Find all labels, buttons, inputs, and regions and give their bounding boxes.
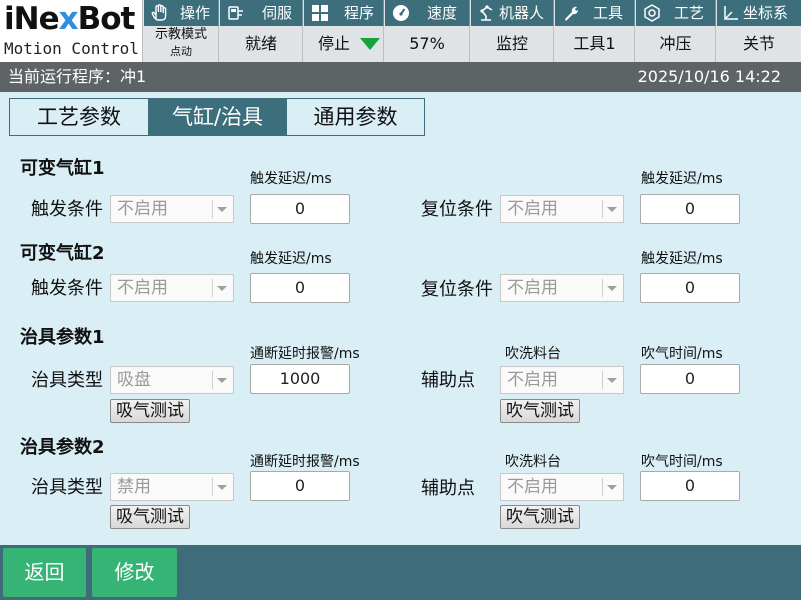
brand-slogan: Motion Control	[4, 39, 139, 58]
robot-arm-icon	[480, 5, 493, 21]
back-button[interactable]: 返回	[3, 548, 86, 597]
servo-icon	[228, 6, 243, 20]
trigger-delay-label: 触发延迟/ms	[250, 171, 332, 187]
blow-table-select[interactable]: 不启用	[500, 473, 624, 501]
alarm-delay-label: 通断延时报警/ms	[250, 454, 360, 470]
teach-mode-status[interactable]: 示教模式 点动	[144, 26, 219, 62]
datetime: 2025/10/16 14:22	[637, 67, 781, 86]
trigger-delay-input[interactable]: 0	[250, 273, 350, 303]
wrench-icon	[565, 6, 579, 21]
run-state-indicator-icon	[360, 38, 380, 50]
chevron-down-icon	[607, 378, 617, 383]
reset-delay-label: 触发延迟/ms	[641, 251, 723, 267]
aux-point-label: 辅助点	[421, 478, 475, 499]
settings-tabs: 工艺参数 气缸/治具 通用参数	[9, 98, 425, 136]
current-tool[interactable]: 工具1	[555, 26, 635, 62]
tab-robot[interactable]: 机器人	[471, 0, 554, 26]
program-grid-icon	[312, 5, 328, 21]
process-icon	[644, 4, 660, 22]
alarm-delay-label: 通断延时报警/ms	[250, 346, 360, 362]
trigger-condition-label: 触发条件	[31, 199, 103, 220]
reset-delay-label: 触发延迟/ms	[641, 171, 723, 187]
blow-test-button[interactable]: 吹气测试	[500, 505, 580, 529]
tab-operate[interactable]: 操作	[144, 0, 219, 26]
trigger-condition-select[interactable]: 不启用	[110, 195, 234, 223]
section-title-cylinder-1: 可变气缸1	[20, 158, 105, 179]
program-status-bar: 当前运行程序：冲1 2025/10/16 14:22	[0, 62, 801, 92]
section-title-fixture-2: 治具参数2	[20, 437, 105, 458]
blow-test-button[interactable]: 吹气测试	[500, 399, 580, 423]
suction-test-button[interactable]: 吸气测试	[110, 505, 190, 529]
tab-coordinate[interactable]: 坐标系	[717, 0, 801, 26]
blow-table-label: 吹洗料台	[505, 346, 561, 362]
tab-tool[interactable]: 工具	[555, 0, 635, 26]
alarm-delay-input[interactable]: 0	[250, 471, 350, 501]
hand-icon	[151, 4, 167, 21]
chevron-down-icon	[607, 286, 617, 291]
top-header: iNexBot Motion Control 操作 伺服 程序 速度 机器人 工…	[0, 0, 801, 62]
alarm-delay-input[interactable]: 1000	[250, 364, 350, 394]
speed-percent[interactable]: 57%	[385, 26, 470, 62]
coordinate-icon	[724, 6, 738, 20]
trigger-condition-label: 触发条件	[31, 278, 103, 299]
reset-condition-select[interactable]: 不启用	[500, 195, 624, 223]
reset-condition-select[interactable]: 不启用	[500, 274, 624, 302]
run-state-status[interactable]: 停止	[304, 26, 384, 62]
chevron-down-icon	[607, 207, 617, 212]
fixture-type-label: 治具类型	[31, 370, 103, 391]
tab-general-params[interactable]: 通用参数	[287, 99, 424, 135]
blow-time-input[interactable]: 0	[640, 471, 740, 501]
blow-time-label: 吹气时间/ms	[641, 454, 723, 470]
monitor-button[interactable]: 监控	[471, 26, 554, 62]
brand-wordmark: iNexBot	[4, 1, 135, 37]
fixture-type-label: 治具类型	[31, 477, 103, 498]
ready-status[interactable]: 就绪	[220, 26, 303, 62]
blow-table-label: 吹洗料台	[505, 454, 561, 470]
section-title-fixture-1: 治具参数1	[20, 327, 105, 348]
aux-point-label: 辅助点	[421, 370, 475, 391]
suction-test-button[interactable]: 吸气测试	[110, 399, 190, 423]
blow-table-select[interactable]: 不启用	[500, 366, 624, 394]
trigger-delay-label: 触发延迟/ms	[250, 251, 332, 267]
blow-time-label: 吹气时间/ms	[641, 346, 723, 362]
chevron-down-icon	[217, 207, 227, 212]
tab-servo[interactable]: 伺服	[220, 0, 303, 26]
reset-condition-label: 复位条件	[421, 279, 493, 300]
bottom-action-bar: 返回 修改	[0, 545, 801, 600]
inexbot-logo: iNexBot Motion Control	[0, 0, 143, 62]
trigger-delay-input[interactable]: 0	[250, 194, 350, 224]
edit-button[interactable]: 修改	[92, 548, 177, 597]
blow-time-input[interactable]: 0	[640, 364, 740, 394]
trigger-condition-select[interactable]: 不启用	[110, 274, 234, 302]
chevron-down-icon	[217, 286, 227, 291]
chevron-down-icon	[217, 485, 227, 490]
reset-delay-input[interactable]: 0	[640, 273, 740, 303]
tab-cylinder-fixture[interactable]: 气缸/治具	[148, 99, 287, 135]
current-coordinate[interactable]: 关节	[717, 26, 801, 62]
section-title-cylinder-2: 可变气缸2	[20, 243, 105, 264]
speedometer-icon	[393, 5, 409, 21]
reset-delay-input[interactable]: 0	[640, 194, 740, 224]
current-program: 当前运行程序：冲1	[8, 67, 147, 86]
chevron-down-icon	[607, 485, 617, 490]
fixture-type-select[interactable]: 禁用	[110, 473, 234, 501]
tab-process[interactable]: 工艺	[636, 0, 716, 26]
reset-condition-label: 复位条件	[421, 199, 493, 220]
tab-program[interactable]: 程序	[304, 0, 384, 26]
fixture-type-select[interactable]: 吸盘	[110, 366, 234, 394]
current-process[interactable]: 冲压	[636, 26, 716, 62]
chevron-down-icon	[217, 378, 227, 383]
tab-process-params[interactable]: 工艺参数	[10, 99, 148, 135]
tab-speed[interactable]: 速度	[385, 0, 470, 26]
